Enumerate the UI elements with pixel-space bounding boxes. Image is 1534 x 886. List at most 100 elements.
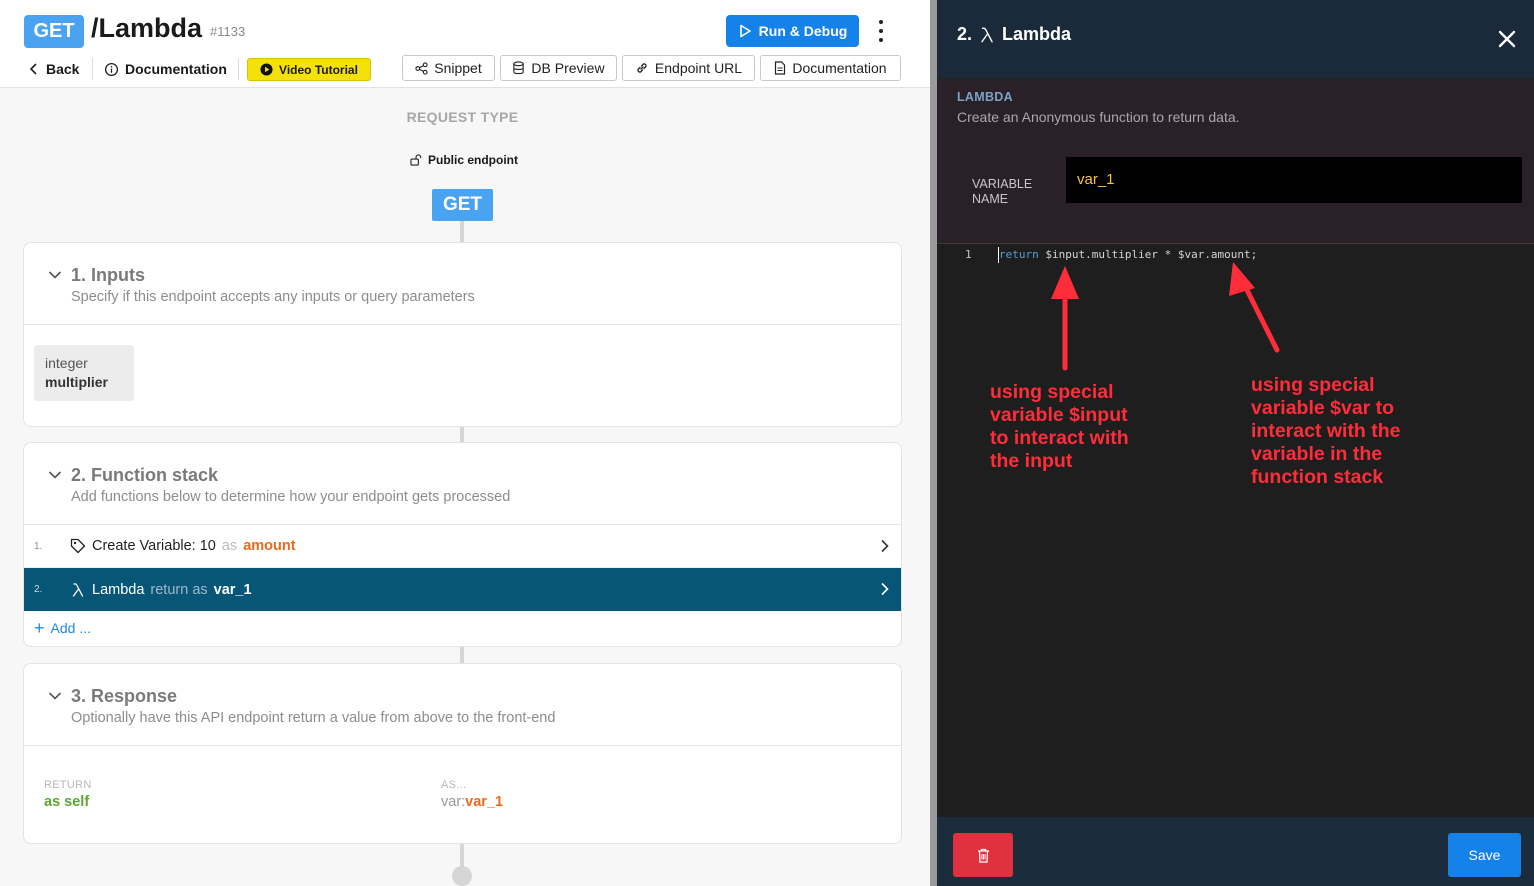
chevron-right-icon (881, 539, 889, 553)
request-type-label: REQUEST TYPE (406, 109, 519, 125)
add-function-label: Add ... (50, 620, 91, 636)
as-value: var_1 (465, 794, 504, 810)
run-debug-button[interactable]: Run & Debug (726, 15, 859, 47)
row-label: Create Variable: 10 (92, 538, 216, 554)
function-stack-header[interactable]: 2. Function stack Add functions below to… (24, 443, 901, 525)
function-stack-section: 2. Function stack Add functions below to… (23, 442, 902, 647)
chevron-down-icon[interactable] (48, 270, 62, 280)
chevron-left-icon (29, 63, 37, 75)
more-options-icon[interactable] (872, 18, 890, 44)
back-label: Back (46, 61, 80, 77)
play-circle-icon (260, 63, 273, 76)
db-preview-button[interactable]: DB Preview (500, 55, 617, 81)
function-row-create-variable[interactable]: 1. Create Variable: 10 as amount (24, 525, 901, 568)
video-tutorial-button[interactable]: Video Tutorial (247, 58, 371, 81)
run-debug-label: Run & Debug (758, 23, 848, 39)
trash-icon (977, 848, 989, 863)
input-name: multiplier (45, 374, 109, 390)
input-type: integer (45, 355, 88, 371)
row-number: 2. (34, 584, 43, 595)
inputs-title: 1. Inputs (71, 265, 146, 285)
endpoint-path: /Lambda (91, 13, 203, 43)
unlock-icon (410, 154, 422, 166)
snippet-label: Snippet (434, 60, 482, 76)
variable-name-label: VARIABLE NAME (972, 177, 1033, 206)
request-method-badge[interactable]: GET (432, 189, 493, 221)
chevron-down-icon[interactable] (48, 691, 62, 701)
endpoint-id: #1133 (210, 24, 246, 39)
section-label: LAMBDA (957, 90, 1013, 104)
divider (238, 58, 239, 80)
annotation-arrows (1051, 262, 1280, 371)
pane-resizer[interactable] (930, 0, 937, 886)
row-variable: amount (243, 538, 296, 554)
function-stack-description: Add functions below to determine how you… (71, 489, 511, 505)
db-preview-label: DB Preview (531, 60, 605, 76)
annotation-input: using special variable $input to interac… (990, 381, 1129, 472)
plus-icon: + (34, 618, 45, 638)
tag-icon (70, 538, 86, 554)
panel-header: 2. Lambda (937, 0, 1534, 78)
divider (92, 58, 93, 80)
response-header[interactable]: 3. Response Optionally have this API end… (24, 664, 901, 746)
inputs-description: Specify if this endpoint accepts any inp… (71, 289, 475, 305)
function-row-lambda[interactable]: 2. Lambda return as var_1 (24, 568, 901, 611)
chevron-right-icon (881, 582, 889, 596)
document-icon (775, 61, 786, 75)
documentation-tool-label: Documentation (792, 60, 887, 76)
panel-title: Lambda (1002, 24, 1072, 44)
return-label: RETURN (44, 779, 92, 791)
documentation-link[interactable]: Documentation (104, 58, 227, 80)
row-as: return as (150, 581, 208, 598)
link-icon (637, 63, 647, 73)
flow-connector (460, 647, 464, 664)
section-description: Create an Anonymous function to return d… (957, 109, 1240, 125)
database-icon (513, 61, 525, 75)
annotation-var: using special variable $var to interact … (1251, 374, 1401, 488)
save-button[interactable]: Save (1448, 833, 1521, 877)
row-number: 1. (34, 540, 43, 552)
add-function-button[interactable]: + Add ... (24, 611, 901, 645)
lambda-icon (981, 26, 993, 42)
variable-name-input[interactable]: var_1 (1066, 157, 1522, 203)
as-prefix: var: (441, 794, 466, 810)
lambda-icon (72, 582, 84, 597)
endpoint-url-label: Endpoint URL (654, 60, 743, 76)
public-endpoint-toggle[interactable]: Public endpoint (410, 153, 518, 167)
response-title: 3. Response (71, 686, 178, 706)
panel-footer: Save (937, 817, 1534, 886)
flow-end-node (452, 866, 472, 886)
back-link[interactable]: Back (28, 58, 79, 80)
row-as: as (221, 538, 238, 554)
row-variable: var_1 (213, 581, 252, 598)
method-badge: GET (24, 15, 84, 48)
response-section: 3. Response Optionally have this API end… (23, 663, 902, 844)
function-stack-title: 2. Function stack (71, 465, 219, 485)
panel-step-number: 2. (957, 24, 973, 44)
endpoint-url-button[interactable]: Endpoint URL (622, 55, 755, 81)
flow-connector (460, 221, 464, 243)
inputs-section: 1. Inputs Specify if this endpoint accep… (23, 242, 902, 427)
as-label: AS... (441, 779, 467, 791)
code-editor[interactable]: 1 return $input.multiplier * $var.amount… (937, 243, 1534, 817)
close-icon[interactable] (1497, 29, 1517, 49)
video-tutorial-label: Video Tutorial (279, 62, 358, 77)
info-icon (104, 62, 119, 76)
public-endpoint-label: Public endpoint (428, 153, 518, 167)
inputs-header[interactable]: 1. Inputs Specify if this endpoint accep… (24, 243, 901, 325)
input-item[interactable]: integer multiplier (34, 345, 134, 401)
response-description: Optionally have this API endpoint return… (71, 710, 556, 726)
lambda-settings: LAMBDA Create an Anonymous function to r… (937, 78, 1534, 243)
lambda-panel: 2. Lambda LAMBDA Create an Anonymous fun… (937, 0, 1534, 886)
delete-button[interactable] (953, 833, 1013, 877)
row-label: Lambda (92, 581, 145, 598)
documentation-button[interactable]: Documentation (760, 55, 901, 81)
chevron-down-icon[interactable] (48, 470, 62, 480)
endpoint-editor: GET /Lambda #1133 Run & Debug Back Docum… (0, 0, 930, 886)
return-value: as self (44, 794, 90, 810)
snippet-button[interactable]: Snippet (402, 55, 495, 81)
top-bar: GET /Lambda #1133 Run & Debug Back Docum… (0, 0, 930, 88)
response-row[interactable]: RETURN as self AS... var:var_1 (24, 746, 901, 843)
play-icon (739, 24, 751, 38)
flow-connector (460, 427, 464, 443)
